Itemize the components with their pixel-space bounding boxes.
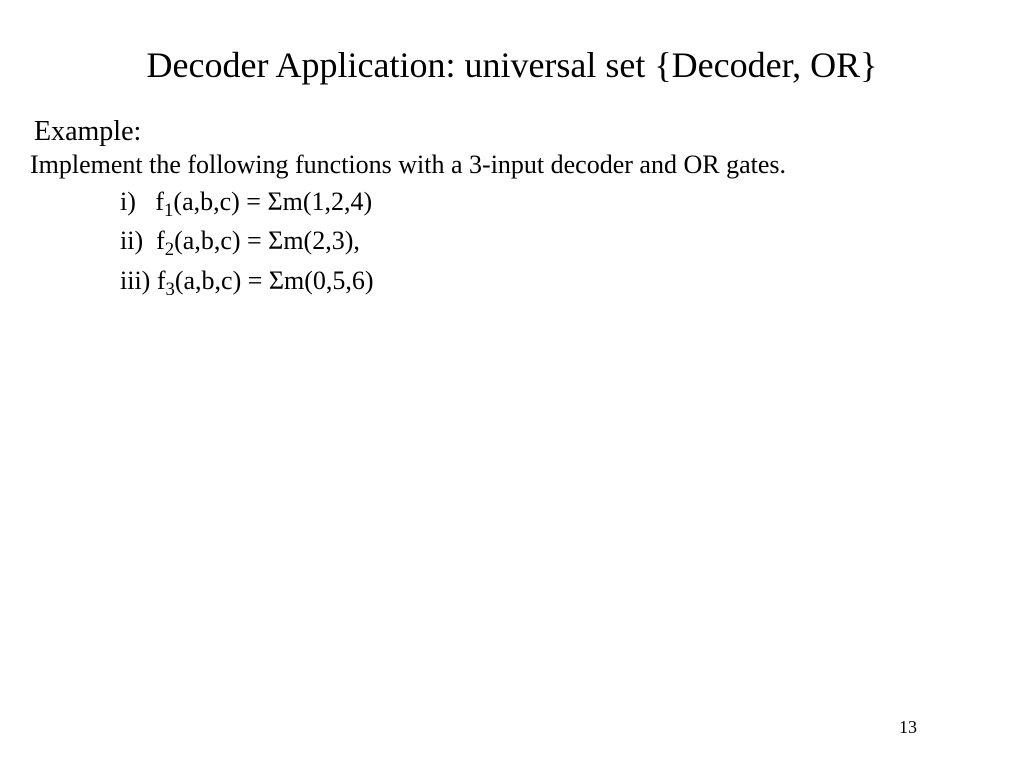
page-number: 13	[899, 717, 917, 738]
eq-iii-rest: (a,b,c) = Σm(0,5,6)	[175, 266, 374, 295]
eq-ii-prefix: ii) f	[120, 226, 165, 255]
eq-i-prefix: i) f	[120, 187, 164, 216]
equation-iii: iii) f3(a,b,c) = Σm(0,5,6)	[120, 263, 374, 302]
example-label: Example:	[34, 116, 141, 148]
eq-ii-rest: (a,b,c) = Σm(2,3),	[174, 226, 360, 255]
eq-ii-subscript: 2	[165, 240, 174, 261]
eq-i-subscript: 1	[164, 200, 173, 221]
eq-iii-prefix: iii) f	[120, 266, 166, 295]
eq-i-rest: (a,b,c) = Σm(1,2,4)	[173, 187, 372, 216]
equation-i: i) f1(a,b,c) = Σm(1,2,4)	[120, 184, 374, 223]
instruction-text: Implement the following functions with a…	[30, 150, 786, 180]
eq-iii-subscript: 3	[166, 279, 175, 300]
slide-title: Decoder Application: universal set {Deco…	[0, 44, 1024, 86]
equation-ii: ii) f2(a,b,c) = Σm(2,3),	[120, 223, 374, 262]
equation-list: i) f1(a,b,c) = Σm(1,2,4) ii) f2(a,b,c) =…	[120, 184, 374, 302]
